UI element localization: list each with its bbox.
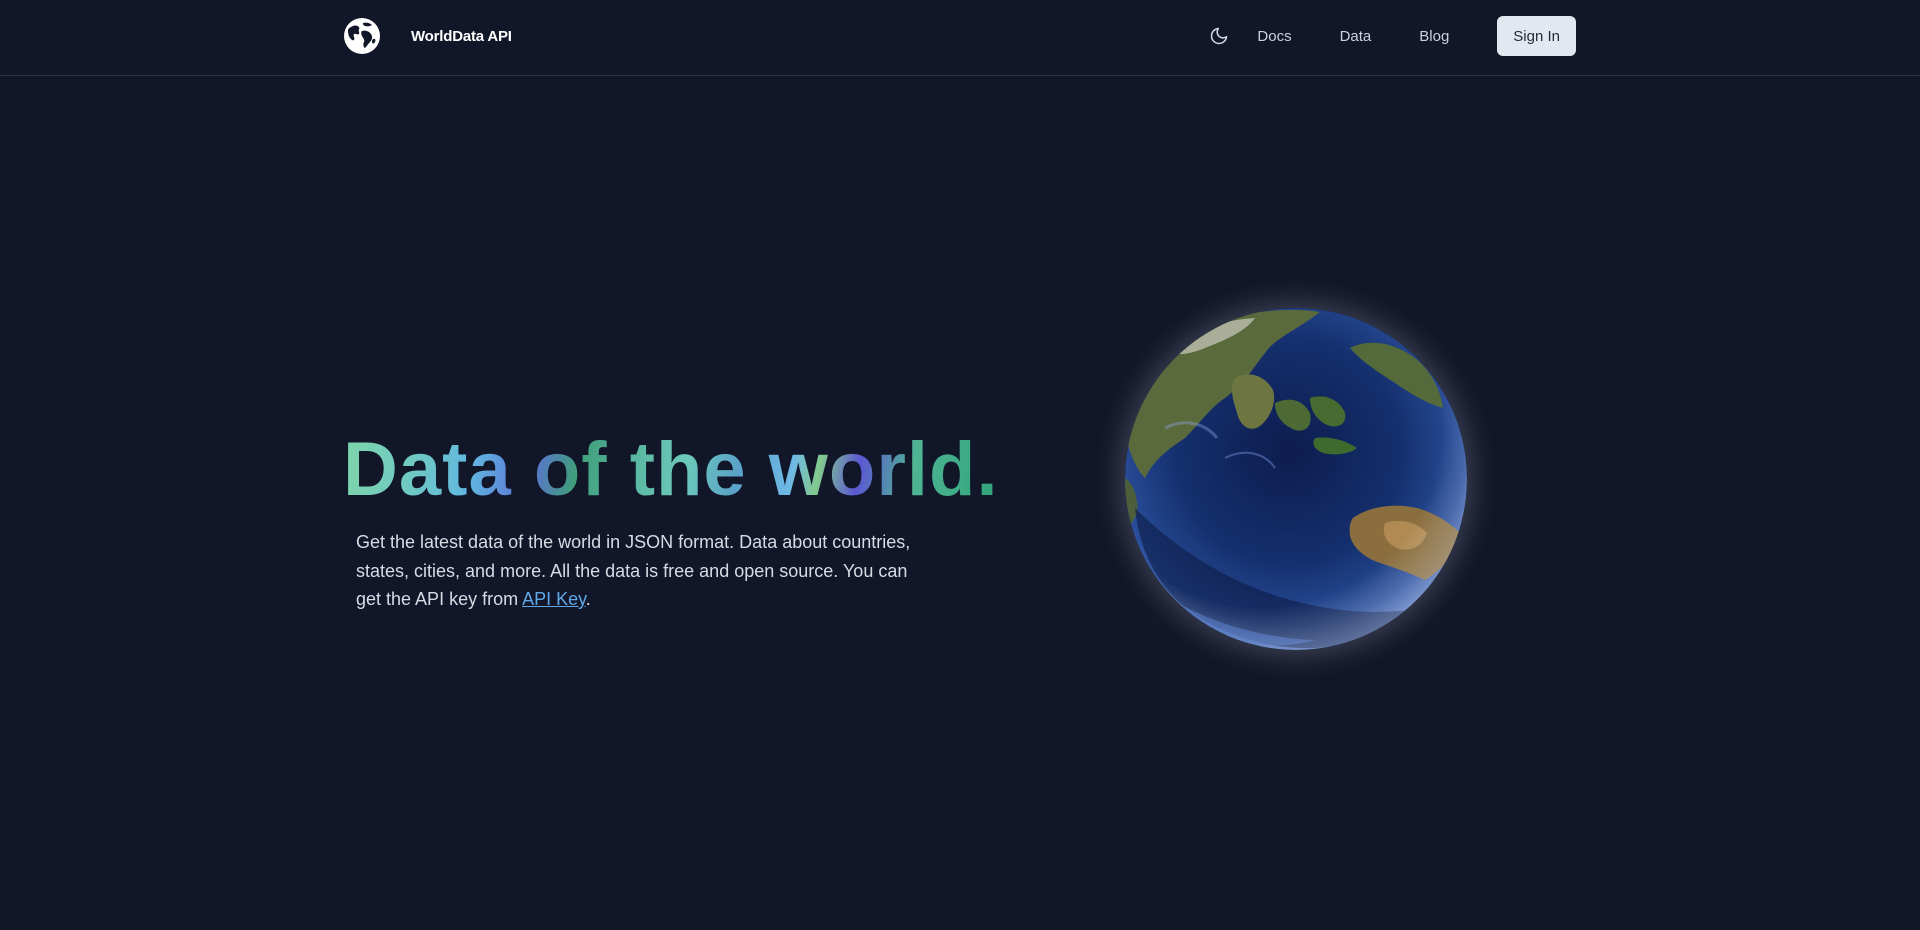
sign-in-button[interactable]: Sign In	[1497, 16, 1576, 56]
hero-title: Data of the world.	[343, 425, 999, 515]
hero-description: Get the latest data of the world in JSON…	[356, 528, 916, 614]
api-key-link[interactable]: API Key	[522, 589, 586, 609]
moon-icon	[1211, 27, 1228, 45]
nav-link-blog[interactable]: Blog	[1395, 28, 1473, 45]
theme-toggle-button[interactable]	[1205, 22, 1233, 50]
earth-globe-image	[1125, 308, 1467, 650]
nav-menu: Docs Data Blog Sign In	[1205, 16, 1576, 56]
hero-description-text: Get the latest data of the world in JSON…	[356, 532, 911, 609]
hero-description-end: .	[585, 589, 591, 609]
brand-name: WorldData API	[411, 27, 512, 45]
nav-link-data[interactable]: Data	[1316, 28, 1396, 45]
earth-globe[interactable]	[1095, 278, 1497, 680]
nav-link-docs[interactable]: Docs	[1257, 28, 1315, 45]
brand-home-link[interactable]: WorldData API	[343, 16, 512, 56]
globe-logo-icon	[344, 18, 380, 54]
top-navbar: WorldData API Docs Data Blog Sign In	[0, 0, 1920, 76]
